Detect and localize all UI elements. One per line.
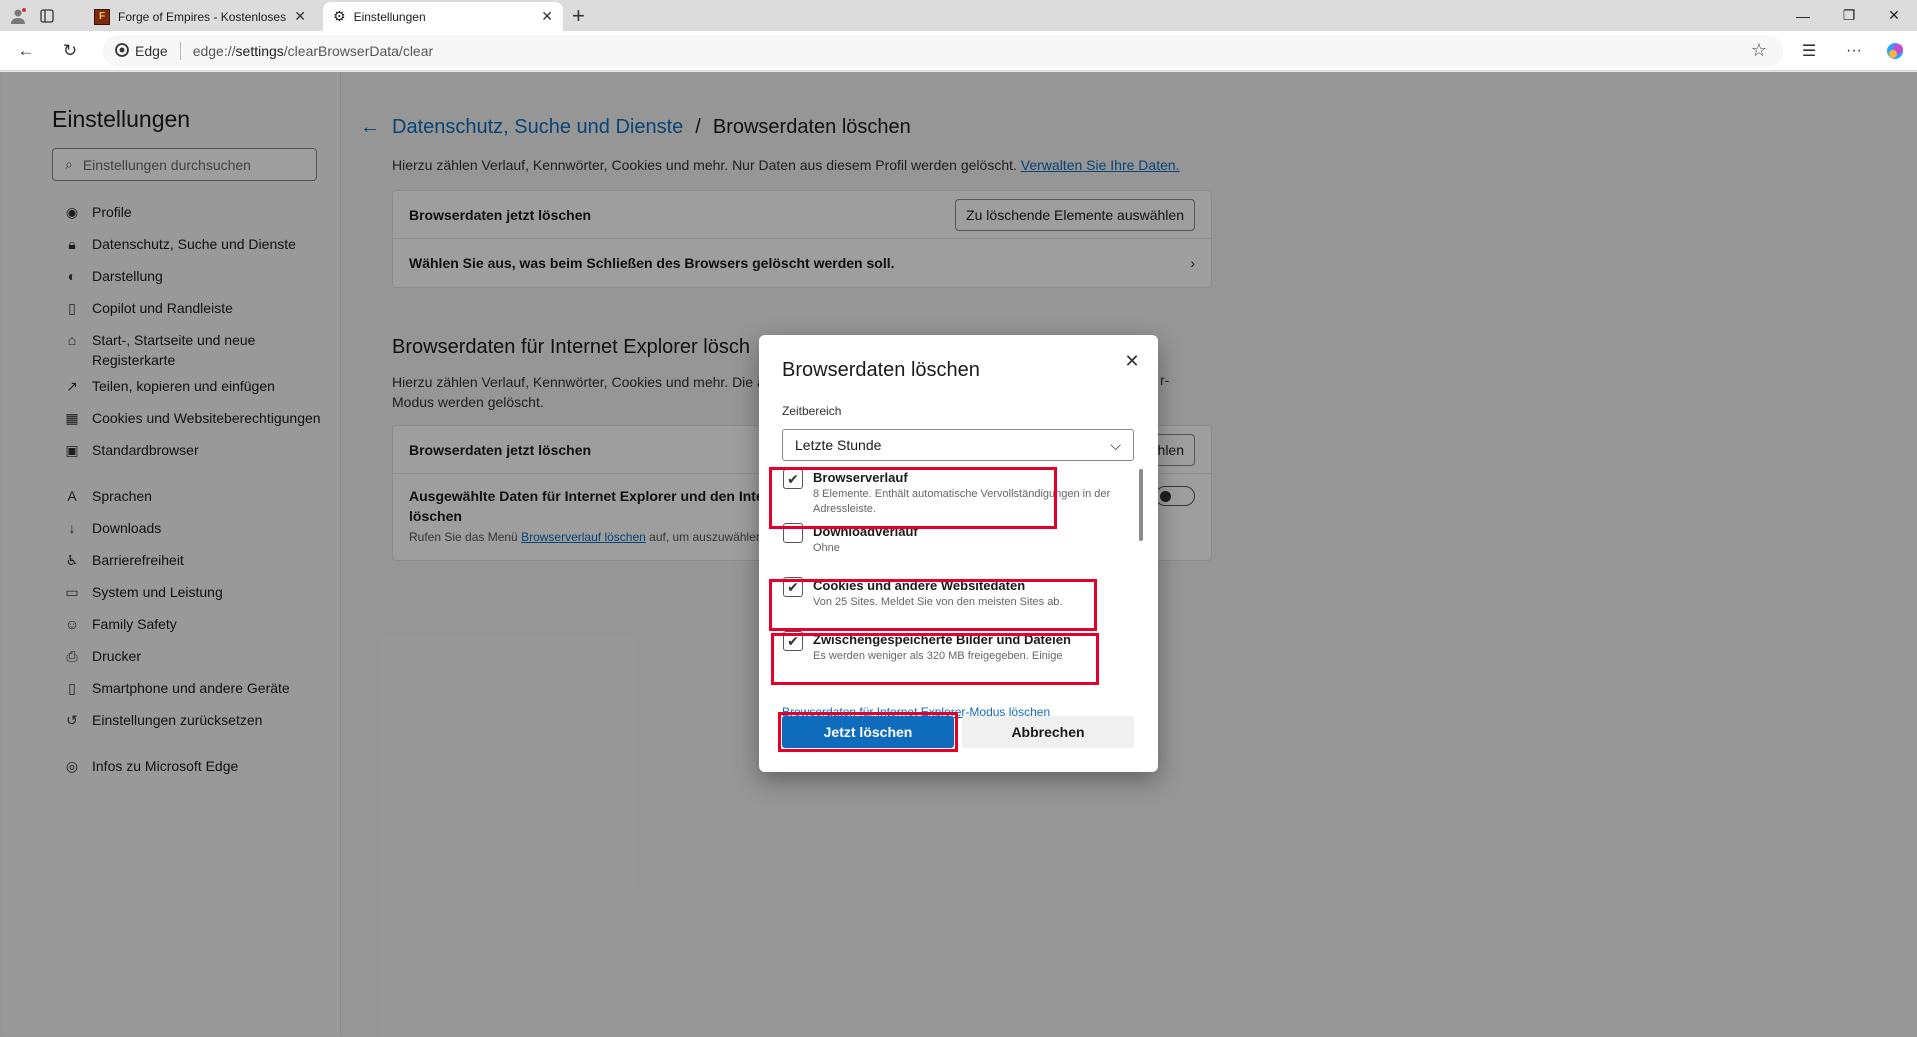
- highlight-cache: [771, 633, 1099, 685]
- edge-chip: Edge: [115, 42, 181, 60]
- profile-avatar-icon[interactable]: [6, 4, 30, 28]
- new-tab-button[interactable]: +: [572, 3, 585, 29]
- favorite-star-icon[interactable]: ☆: [1751, 40, 1767, 61]
- tab-settings[interactable]: ⚙ Einstellungen ✕: [323, 2, 563, 31]
- back-button[interactable]: ←: [14, 39, 38, 63]
- chevron-down-icon: ⌵: [1110, 436, 1121, 453]
- dialog-title: Browserdaten löschen: [782, 359, 980, 381]
- scrollbar[interactable]: [1139, 469, 1143, 541]
- tab-close-icon[interactable]: ✕: [294, 8, 306, 25]
- minimize-button[interactable]: —: [1780, 0, 1826, 31]
- omnibox[interactable]: Edge edge://settings/clearBrowserData/cl…: [103, 35, 1783, 67]
- gear-icon: ⚙: [333, 8, 346, 24]
- cancel-button[interactable]: Abbrechen: [962, 716, 1134, 748]
- url-text[interactable]: edge://settings/clearBrowserData/clear: [181, 43, 433, 59]
- highlight-cookies: [769, 579, 1097, 631]
- favorites-icon[interactable]: ☰: [1797, 39, 1821, 63]
- more-menu-icon[interactable]: ···: [1842, 39, 1866, 63]
- tab-close-icon[interactable]: ✕: [541, 8, 553, 25]
- maximize-button[interactable]: ❐: [1826, 0, 1872, 31]
- time-range-label: Zeitbereich: [782, 404, 842, 418]
- tab-title: Einstellungen: [353, 9, 426, 24]
- refresh-button[interactable]: ↻: [58, 39, 82, 63]
- tab-actions-icon[interactable]: [35, 4, 59, 28]
- copilot-icon[interactable]: [1883, 39, 1907, 63]
- time-range-select[interactable]: Letzte Stunde ⌵: [782, 429, 1134, 461]
- close-window-button[interactable]: ✕: [1871, 0, 1917, 31]
- address-bar: ← ↻ Edge edge://settings/clearBrowserDat…: [0, 31, 1917, 71]
- tab-bar: F Forge of Empires - Kostenloses O ✕ ⚙ E…: [0, 0, 1917, 31]
- edge-logo-icon: [115, 42, 129, 60]
- clear-data-dialog: Browserdaten löschen ✕ Zeitbereich Letzt…: [759, 335, 1158, 772]
- forge-of-empires-favicon-icon: F: [94, 8, 110, 25]
- close-icon[interactable]: ✕: [1120, 349, 1144, 373]
- tab-title: Forge of Empires - Kostenloses O: [118, 9, 287, 24]
- edge-label: Edge: [135, 43, 168, 59]
- highlight-browsing-history: [769, 467, 1057, 529]
- tab-forge-of-empires[interactable]: F Forge of Empires - Kostenloses O ✕: [84, 2, 316, 31]
- highlight-clear-button: [778, 712, 958, 752]
